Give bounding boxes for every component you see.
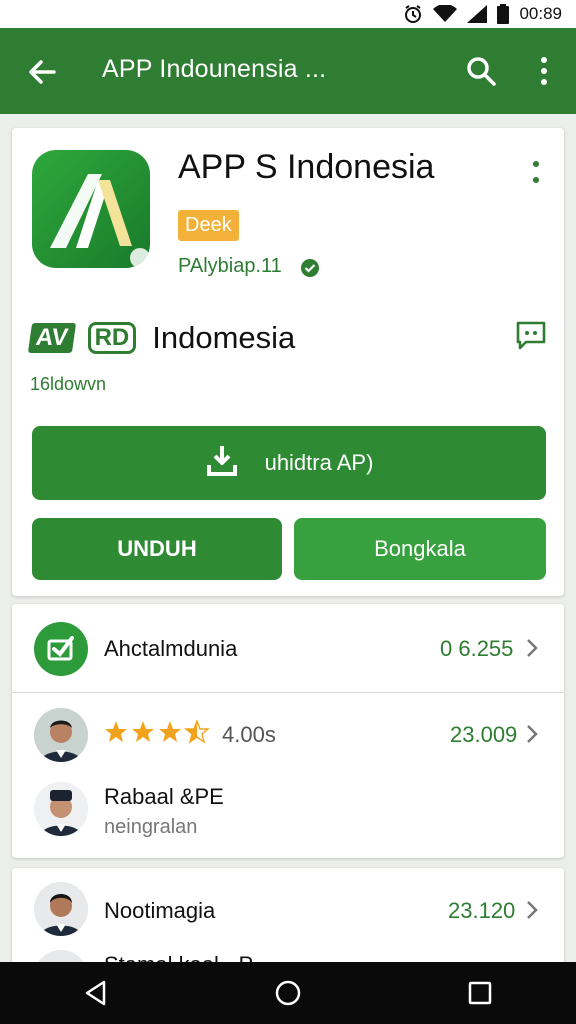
app-details-card: APP S Indonesia Deek PAlybiap.11 AV RD I… [12,128,564,596]
chevron-right-icon[interactable] [524,898,540,922]
brand-logo-secondary: RD [87,322,137,354]
row-label: Rabaal &PE [104,784,224,809]
list-item[interactable]: Ahctalmdunia 0 6.255 [12,604,564,692]
chevron-right-icon [524,636,540,660]
unduh-button[interactable]: UNDUH [32,518,282,580]
row-subtitle: neingralan [104,816,198,838]
avatar [34,782,88,836]
status-time: 00:89 [519,4,562,23]
alarm-icon [403,4,423,24]
back-triangle-icon[interactable] [76,973,116,1013]
more-vert-icon[interactable] [530,54,558,88]
install-button-label: uhidtra AP) [264,450,374,475]
row-value: 0 6.255 [440,636,514,661]
toolbar-title: APP Indounensia ... [102,55,327,83]
recents-square-icon[interactable] [460,973,500,1013]
install-button[interactable]: uhidtra AP) [32,426,546,500]
battery-icon [497,4,510,24]
info-card: Ahctalmdunia 0 6.255 4.00s 23.009 Rabaal… [12,604,564,858]
row-label: Nootimagia [104,898,216,923]
category-badge[interactable]: Deek [178,210,239,241]
app-icon [32,150,150,268]
avatar [34,882,88,936]
home-circle-icon[interactable] [268,973,308,1013]
app-toolbar: APP Indounensia ... [0,28,576,114]
download-icon [205,443,239,483]
bongkar-button[interactable]: Bongkala [294,518,546,580]
search-icon[interactable] [464,54,498,88]
more-vert-icon[interactable] [526,158,546,188]
signal-icon [467,5,488,23]
chat-icon[interactable] [514,318,548,352]
row-value: 23.009 [450,722,518,747]
star-icon [105,720,210,744]
chevron-right-icon[interactable] [524,722,540,746]
row-label: Ahctalmdunia [104,636,238,661]
brand-name: Indomesia [152,320,296,355]
publisher-link[interactable]: PAlybiap.11 [178,255,282,278]
navigation-bar [0,962,576,1024]
rating-stars [104,720,214,746]
verified-icon [300,258,320,278]
brand-row: AV RD Indomesia [27,318,296,358]
back-arrow-icon[interactable] [24,54,60,90]
divider [12,692,564,693]
download-count: 16ldowvn [30,374,107,394]
app-title: APP S Indonesia [178,148,435,186]
status-bar: 00:89 [0,0,576,28]
check-icon [34,622,88,676]
row-value: 23.120 [448,898,516,923]
brand-logo: AV [27,323,76,353]
avatar [34,708,88,762]
rating-value: 4.00s [222,722,276,747]
wifi-icon [433,5,458,23]
